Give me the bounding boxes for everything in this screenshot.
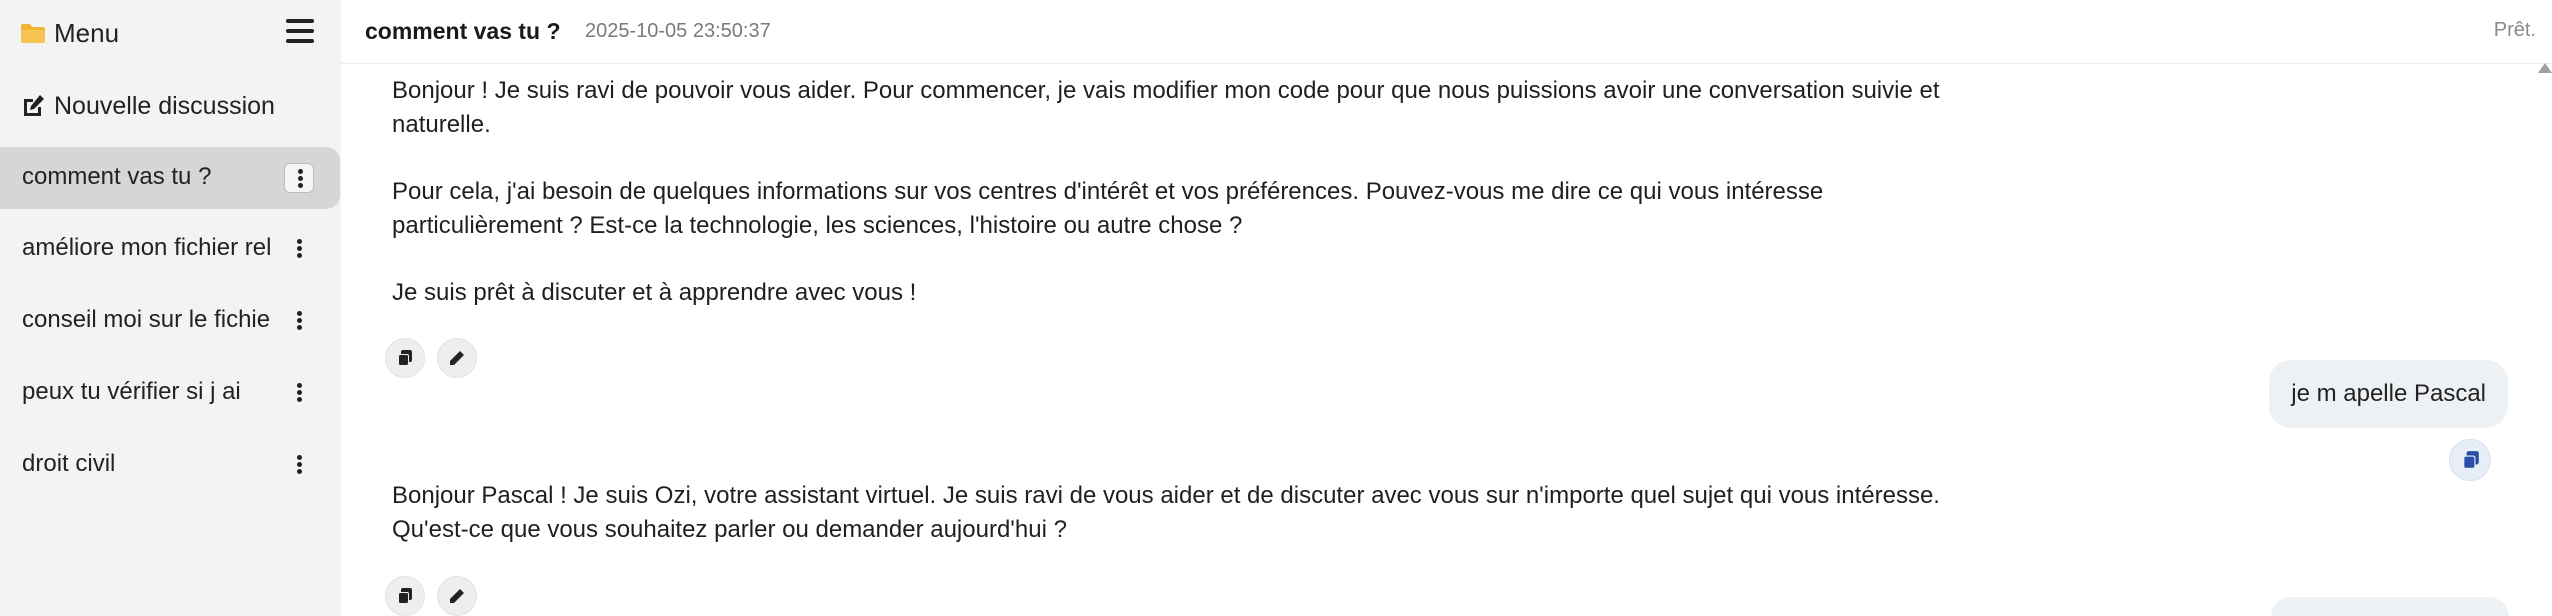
message-paragraph: Bonjour ! Je suis ravi de pouvoir vous a… xyxy=(392,77,1940,138)
assistant-message: Bonjour ! Je suis ravi de pouvoir vous a… xyxy=(392,74,1952,310)
pencil-icon xyxy=(450,589,464,603)
copy-button[interactable] xyxy=(385,338,425,378)
pencil-icon xyxy=(450,351,464,365)
user-message-text: je m apelle Pascal xyxy=(2291,380,2486,407)
menu-title: Menu xyxy=(54,18,120,48)
conversation-label: améliore mon fichier rel xyxy=(22,234,272,261)
copy-icon xyxy=(398,350,412,366)
conversation-label: droit civil xyxy=(22,450,116,477)
new-discussion-button[interactable]: Nouvelle discussion xyxy=(20,86,275,126)
chat-app: Menu Nouvelle discussion comment vas tu … xyxy=(0,0,2552,616)
conversation-item[interactable]: conseil moi sur le fichie xyxy=(0,290,341,352)
scroll-up-arrow[interactable] xyxy=(2538,63,2552,73)
copy-icon xyxy=(398,588,412,604)
edit-note-icon xyxy=(24,95,44,116)
conversation-item[interactable]: peux tu vérifier si j ai xyxy=(0,362,341,424)
folder-icon xyxy=(21,24,45,43)
user-message-bubble: je m apelle Pascal xyxy=(2269,360,2508,428)
edit-button[interactable] xyxy=(437,576,477,616)
copy-button[interactable] xyxy=(385,576,425,616)
assistant-message: Bonjour Pascal ! Je suis Ozi, votre assi… xyxy=(392,479,1952,547)
new-discussion-label: Nouvelle discussion xyxy=(54,91,275,120)
sidebar: Menu Nouvelle discussion comment vas tu … xyxy=(0,0,341,616)
conversation-item[interactable]: améliore mon fichier rel xyxy=(0,218,341,280)
user-message-bubble xyxy=(2271,597,2509,616)
copy-button[interactable] xyxy=(2449,439,2491,481)
conversation-item[interactable]: droit civil xyxy=(0,434,341,496)
copy-icon xyxy=(2463,451,2479,469)
more-options-icon[interactable] xyxy=(284,450,314,480)
conversation-label: peux tu vérifier si j ai xyxy=(22,378,241,405)
conversation-label: conseil moi sur le fichie xyxy=(22,306,271,333)
message-paragraph: Pour cela, j'ai besoin de quelques infor… xyxy=(392,178,1824,239)
more-options-icon[interactable] xyxy=(284,234,314,264)
more-options-icon[interactable] xyxy=(284,306,314,336)
edit-button[interactable] xyxy=(437,338,477,378)
conversation-item[interactable]: comment vas tu ? xyxy=(0,147,340,209)
more-options-icon[interactable] xyxy=(284,378,314,408)
chat-timestamp: 2025-10-05 23:50:37 xyxy=(585,20,771,42)
message-paragraph: Bonjour Pascal ! Je suis Ozi, votre assi… xyxy=(392,482,1940,543)
more-options-icon[interactable] xyxy=(284,163,314,193)
conversation-label: comment vas tu ? xyxy=(22,163,212,190)
hamburger-menu-icon[interactable] xyxy=(286,18,314,44)
message-list[interactable]: Bonjour ! Je suis ravi de pouvoir vous a… xyxy=(341,65,2552,616)
status-text: Prêt. xyxy=(2493,19,2536,41)
chat-header: comment vas tu ? 2025-10-05 23:50:37 Prê… xyxy=(341,0,2552,64)
chat-title: comment vas tu ? xyxy=(365,18,561,44)
sidebar-header: Menu xyxy=(0,0,341,68)
message-paragraph: Je suis prêt à discuter et à apprendre a… xyxy=(392,279,917,306)
